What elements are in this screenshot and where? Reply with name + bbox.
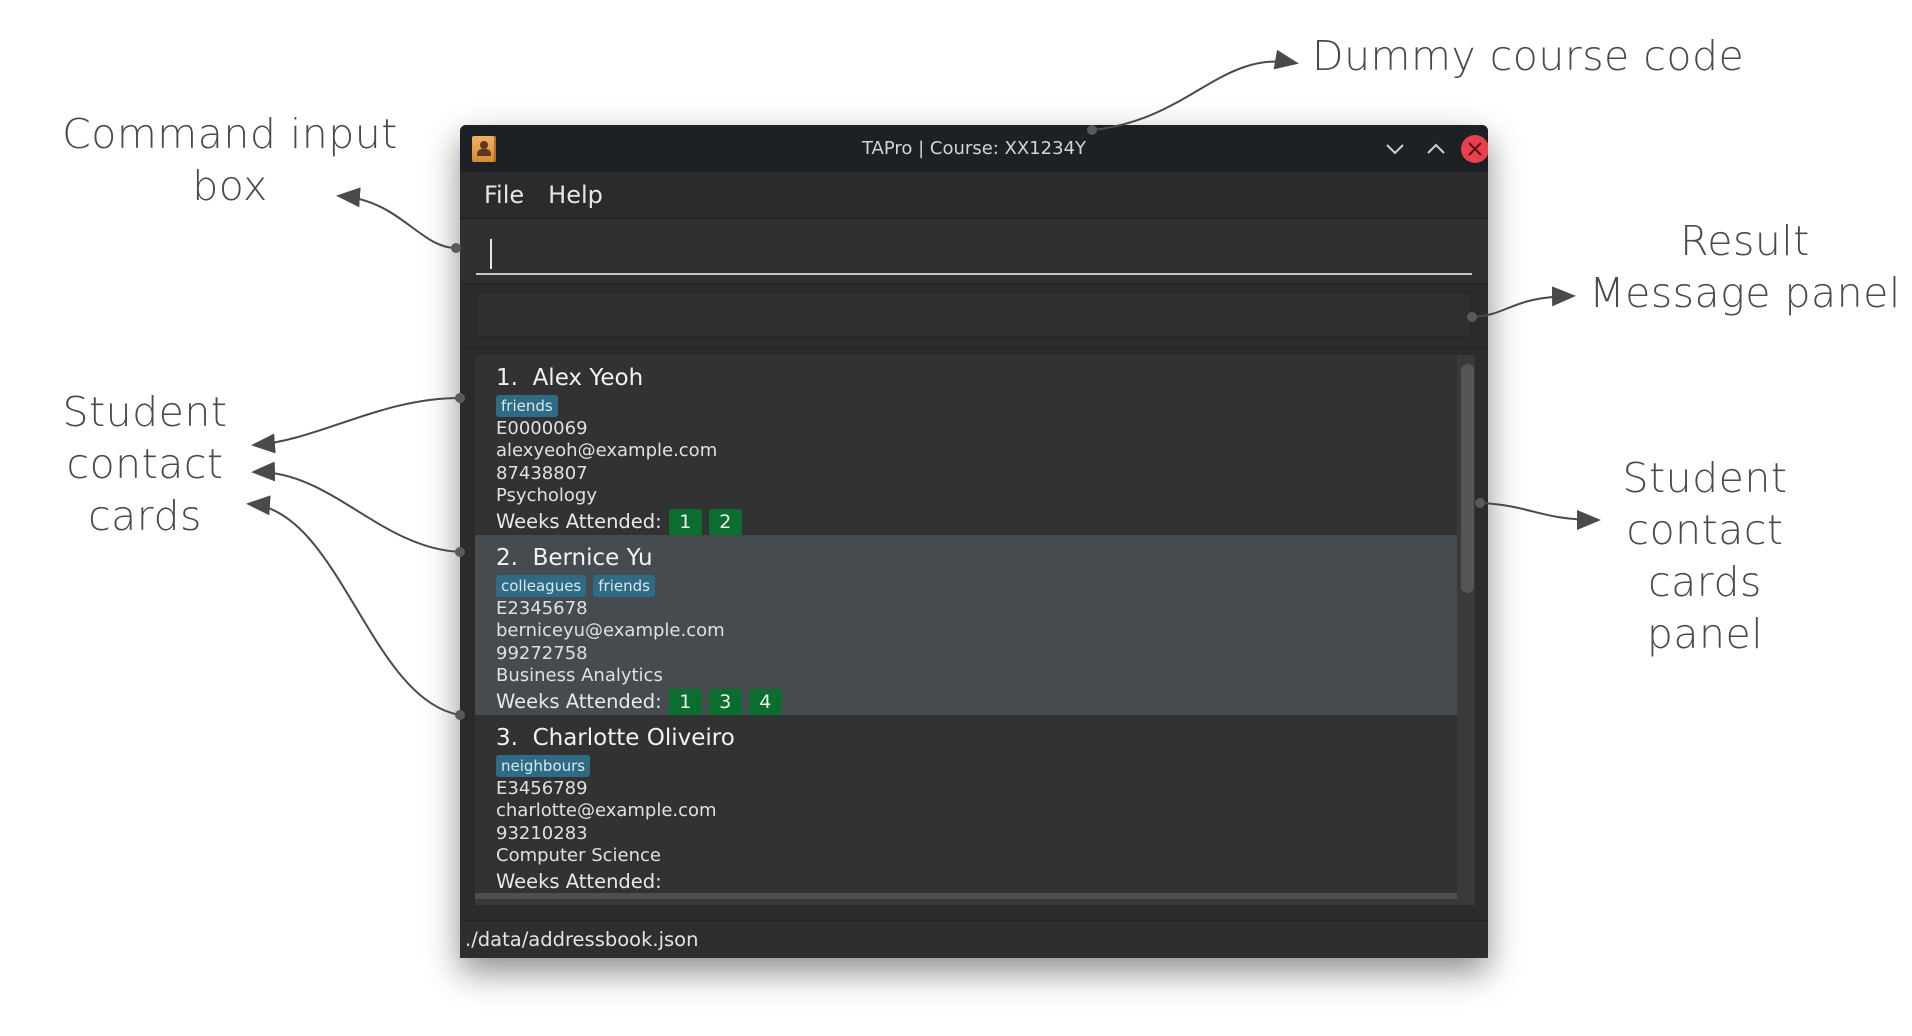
command-box (460, 219, 1488, 284)
student-card-selected[interactable]: 2. Bernice Yu colleagues friends E234567… (475, 535, 1457, 716)
app-window: TAPro | Course: XX1234Y File Help 1. Ale… (460, 125, 1488, 958)
student-major: Business Analytics (496, 664, 663, 686)
annotation-line: Student (1622, 454, 1788, 502)
annotation-text: Dummy course code (1312, 32, 1745, 80)
student-email: berniceyu@example.com (496, 620, 725, 642)
weeks-attended: Weeks Attended: 1 2 (496, 508, 1457, 536)
annotation-command-input-box: Command input box (40, 108, 420, 212)
data-file-path: ./data/addressbook.json (465, 928, 699, 951)
menu-bar: File Help (460, 172, 1488, 219)
annotation-line: contact (66, 440, 224, 488)
weeks-attended-label: Weeks Attended: (496, 870, 662, 894)
window-title: TAPro | Course: XX1234Y (861, 138, 1087, 159)
week-badge: 1 (668, 688, 702, 716)
arrow-list-panel (1479, 502, 1601, 530)
annotation-line: Student (62, 388, 228, 436)
student-name: 2. Bernice Yu (496, 545, 653, 571)
annotation-dummy-course-code: Dummy course code (1312, 30, 1744, 82)
student-list-panel: 1. Alex Yeoh friends E0000069 alexyeoh@e… (460, 348, 1488, 958)
maximize-button[interactable] (1421, 134, 1451, 164)
menu-help[interactable]: Help (536, 181, 615, 209)
close-button[interactable] (1460, 134, 1488, 164)
annotation-line: contact (1626, 506, 1784, 554)
student-id: E0000069 (496, 418, 588, 439)
annotation-line: Message panel (1589, 269, 1901, 317)
student-phone: 87438807 (496, 462, 588, 484)
annotation-line: cards (88, 492, 202, 540)
student-email: charlotte@example.com (496, 800, 717, 822)
arrow-card-1 (251, 397, 461, 454)
text-caret (490, 239, 492, 269)
student-id: E2345678 (496, 598, 588, 619)
close-icon (1468, 142, 1482, 156)
student-card[interactable]: 3. Charlotte Oliveiro neighbours E345678… (475, 715, 1457, 895)
annotation-student-contact-cards: Student contact cards (40, 386, 250, 542)
weeks-attended: Weeks Attended: 1 3 4 (496, 688, 1457, 716)
minimize-button[interactable] (1380, 134, 1410, 164)
student-email: alexyeoh@example.com (496, 440, 718, 462)
tag: colleagues (496, 575, 587, 597)
status-bar: ./data/addressbook.json (460, 920, 1488, 958)
student-phone: 99272758 (496, 642, 588, 664)
arrow-course-code (1091, 49, 1299, 131)
menu-file[interactable]: File (472, 181, 536, 209)
tag: friends (593, 575, 655, 597)
tag-list: friends (496, 395, 1457, 417)
student-name: 3. Charlotte Oliveiro (496, 725, 735, 751)
tag: neighbours (496, 755, 591, 777)
annotation-line: box (192, 162, 268, 210)
annotation-line: cards (1648, 558, 1762, 606)
student-name: 1. Alex Yeoh (496, 365, 644, 391)
tag-list: colleagues friends (496, 575, 1457, 597)
weeks-attended-label: Weeks Attended: (496, 510, 662, 534)
annotation-line: Command input (62, 110, 398, 158)
next-card-edge (475, 893, 1457, 899)
tag-list: neighbours (496, 755, 1457, 777)
week-badge: 4 (748, 688, 782, 716)
result-message-panel (460, 284, 1488, 348)
annotation-line: Result (1680, 217, 1810, 265)
student-major: Computer Science (496, 844, 661, 866)
chevron-down-icon (1386, 144, 1404, 155)
annotation-line: panel (1646, 610, 1764, 658)
title-bar[interactable]: TAPro | Course: XX1234Y (460, 125, 1488, 172)
student-list: 1. Alex Yeoh friends E0000069 alexyeoh@e… (475, 355, 1475, 905)
arrow-card-3 (246, 495, 461, 716)
list-scrollbar[interactable] (1460, 358, 1476, 898)
week-badge: 3 (708, 688, 742, 716)
student-id: E3456789 (496, 778, 588, 799)
result-message-display (475, 292, 1471, 337)
student-phone: 93210283 (496, 822, 588, 844)
tag: friends (496, 395, 558, 417)
weeks-attended-label: Weeks Attended: (496, 690, 662, 714)
annotation-result-message-panel: Result Message panel (1580, 215, 1910, 319)
command-input[interactable] (476, 231, 1472, 275)
chevron-up-icon (1427, 143, 1445, 154)
annotation-student-contact-cards-panel: Student contact cards panel (1600, 452, 1810, 660)
arrow-card-2 (251, 461, 461, 553)
address-book-icon (472, 136, 496, 162)
student-card[interactable]: 1. Alex Yeoh friends E0000069 alexyeoh@e… (475, 355, 1457, 536)
student-major: Psychology (496, 484, 597, 506)
week-badge: 2 (708, 508, 742, 536)
scrollbar-thumb[interactable] (1461, 364, 1474, 593)
week-badge: 1 (668, 508, 702, 536)
weeks-attended: Weeks Attended: (496, 868, 1457, 896)
